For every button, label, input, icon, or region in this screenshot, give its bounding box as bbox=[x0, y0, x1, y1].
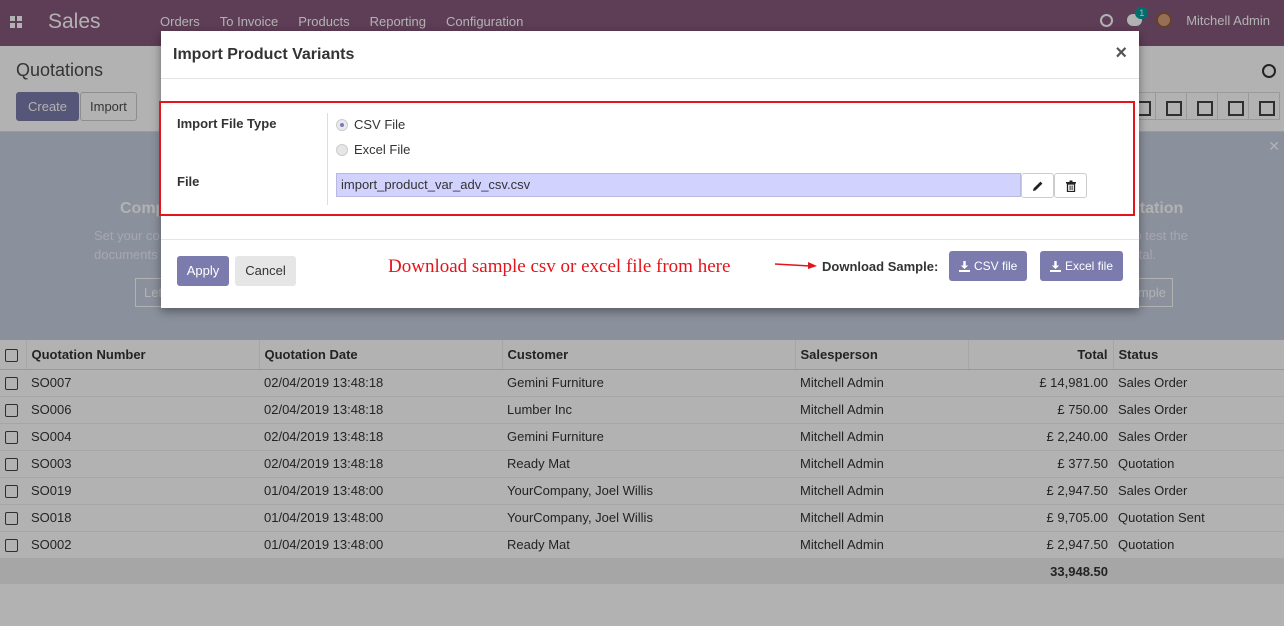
apply-button[interactable]: Apply bbox=[177, 256, 229, 286]
download-csv-label: CSV file bbox=[974, 259, 1018, 273]
radio-excel[interactable]: Excel File bbox=[336, 142, 410, 157]
file-label: File bbox=[177, 174, 200, 189]
download-sample-label: Download Sample: bbox=[822, 259, 939, 274]
dialog-header: Import Product Variants × bbox=[161, 31, 1139, 79]
radio-unchecked-icon[interactable] bbox=[336, 143, 348, 156]
highlight-frame bbox=[159, 101, 1135, 216]
radio-excel-label: Excel File bbox=[354, 142, 411, 157]
close-icon[interactable]: × bbox=[1115, 42, 1127, 65]
cancel-button[interactable]: Cancel bbox=[235, 256, 296, 286]
radio-checked-icon[interactable] bbox=[336, 118, 348, 131]
download-icon bbox=[959, 260, 970, 272]
pencil-icon bbox=[1032, 181, 1042, 191]
trash-icon bbox=[1065, 180, 1076, 192]
radio-csv-label: CSV File bbox=[354, 117, 406, 132]
annotation-text: Download sample csv or excel file from h… bbox=[388, 256, 731, 277]
download-excel-button[interactable]: Excel file bbox=[1040, 251, 1124, 281]
arrow-right-icon bbox=[774, 262, 817, 269]
dialog-footer-divider bbox=[161, 239, 1139, 240]
file-field[interactable]: import_product_var_adv_csv.csv bbox=[336, 173, 1021, 197]
import-type-label: Import File Type bbox=[177, 116, 277, 131]
field-divider bbox=[327, 113, 328, 205]
edit-file-button[interactable] bbox=[1021, 173, 1054, 198]
download-excel-label: Excel file bbox=[1065, 259, 1114, 273]
download-csv-button[interactable]: CSV file bbox=[949, 251, 1028, 281]
dialog-title: Import Product Variants bbox=[173, 46, 355, 63]
download-icon bbox=[1050, 260, 1061, 272]
delete-file-button[interactable] bbox=[1054, 173, 1087, 198]
radio-csv[interactable]: CSV File bbox=[336, 117, 405, 132]
